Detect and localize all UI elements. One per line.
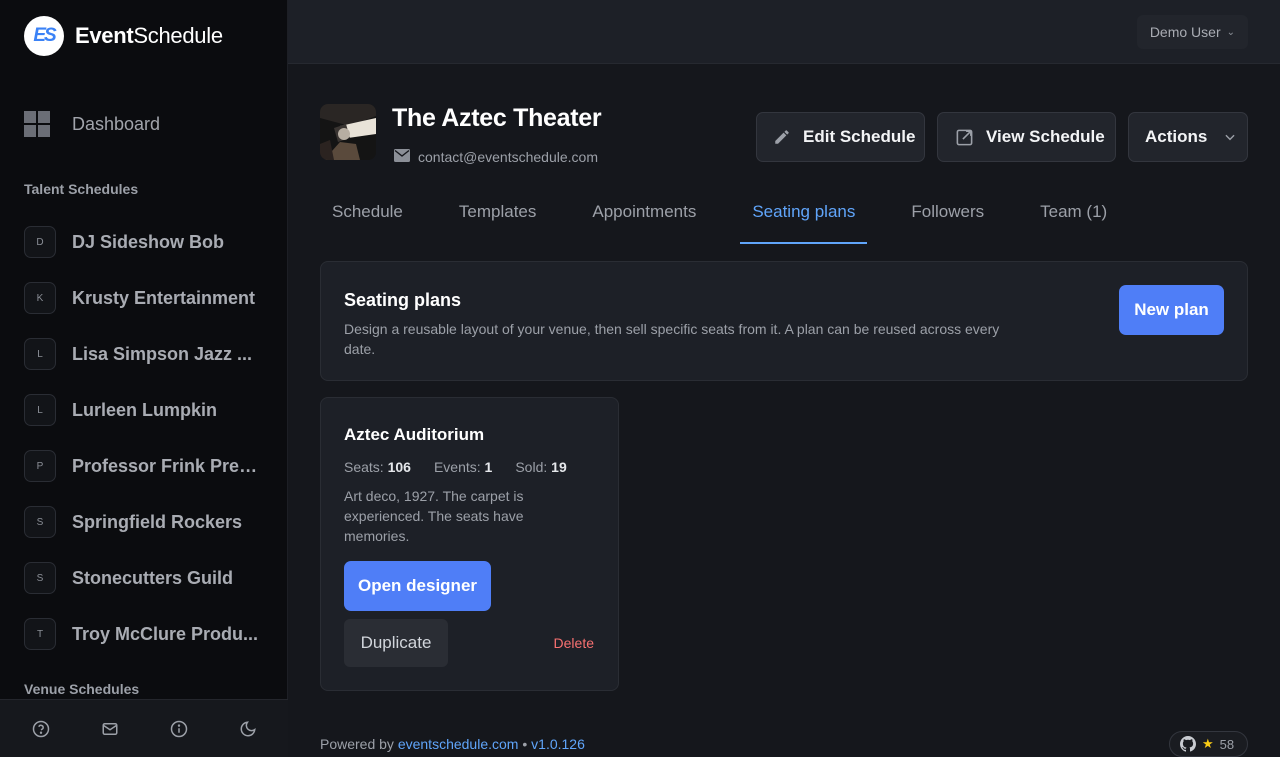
chevron-down-icon: ⌄ — [1226, 26, 1235, 38]
talent-section-title: Talent Schedules — [24, 181, 139, 197]
schedule-initial-badge: S — [24, 506, 56, 538]
delete-button[interactable]: Delete — [554, 635, 594, 651]
edit-schedule-button[interactable]: Edit Schedule — [756, 112, 925, 162]
dashboard-grid-icon — [24, 111, 50, 137]
external-link-icon — [956, 129, 973, 145]
schedule-initial-badge: D — [24, 226, 56, 258]
footer-version-link[interactable]: v1.0.126 — [531, 736, 585, 752]
sidebar: ES EventSchedule Dashboard Talent Schedu… — [0, 0, 288, 757]
schedule-initial-badge: K — [24, 282, 56, 314]
chevron-down-icon — [1225, 134, 1235, 141]
schedule-name: Krusty Entertainment — [72, 287, 256, 308]
schedule-initial-badge: P — [24, 450, 56, 482]
page-title: The Aztec Theater — [392, 104, 602, 132]
tab-appointments[interactable]: Appointments — [580, 186, 708, 244]
brand[interactable]: ES EventSchedule — [24, 16, 223, 56]
page-footer: Powered by eventschedule.com • v1.0.126 — [320, 736, 585, 752]
github-stars-count: 58 — [1219, 736, 1235, 752]
sidebar-item-schedule[interactable]: S Stonecutters Guild — [24, 550, 274, 606]
plan-sold-stat: Sold: 19 — [515, 459, 567, 475]
venue-email: contact@eventschedule.com — [394, 149, 598, 165]
schedule-name: Professor Frink Pres... — [72, 455, 264, 476]
github-icon — [1180, 736, 1196, 752]
tab-seating-plans[interactable]: Seating plans — [740, 186, 868, 244]
duplicate-button[interactable]: Duplicate — [344, 619, 448, 667]
user-menu-button[interactable]: Demo User ⌄ — [1136, 15, 1248, 49]
brand-name: EventSchedule — [75, 23, 223, 48]
sidebar-item-schedule[interactable]: K Krusty Entertainment — [24, 270, 274, 326]
plan-title: Aztec Auditorium — [344, 425, 485, 444]
venue-avatar — [320, 104, 376, 160]
topbar: Demo User ⌄ — [288, 0, 1280, 64]
sidebar-item-schedule[interactable]: P Professor Frink Pres... — [24, 438, 274, 494]
brand-logo: ES — [24, 16, 64, 56]
dark-mode-moon-icon[interactable] — [238, 719, 258, 739]
plan-stats: Seats: 106 Events: 1 Sold: 19 — [344, 459, 590, 475]
venue-section-title: Venue Schedules — [24, 681, 140, 697]
sidebar-item-schedule[interactable]: S Springfield Rockers — [24, 494, 274, 550]
plan-seats-stat: Seats: 106 — [344, 459, 411, 475]
schedule-name: Troy McClure Produ... — [72, 623, 259, 644]
schedule-name: Lurleen Lumpkin — [72, 399, 218, 420]
view-schedule-button[interactable]: View Schedule — [937, 112, 1116, 162]
new-plan-button[interactable]: New plan — [1119, 285, 1224, 335]
section-title: Seating plans — [344, 290, 462, 310]
actions-dropdown-button[interactable]: Actions — [1128, 112, 1248, 162]
sidebar-item-schedule[interactable]: L Lisa Simpson Jazz ... — [24, 326, 274, 382]
sidebar-item-schedule[interactable]: L Lurleen Lumpkin — [24, 382, 274, 438]
star-icon: ★ — [1202, 736, 1214, 751]
talent-schedule-list: D DJ Sideshow Bob K Krusty Entertainment L… — [24, 214, 274, 662]
user-name: Demo User — [1149, 24, 1221, 40]
sidebar-item-schedule[interactable]: T Troy McClure Produ... — [24, 606, 274, 662]
github-stars-badge[interactable]: ★ 58 — [1169, 731, 1248, 757]
schedule-tabs: Schedule Templates Appointments Seating … — [320, 186, 1151, 246]
info-icon[interactable] — [169, 719, 189, 739]
schedule-name: Stonecutters Guild — [72, 567, 234, 588]
pencil-icon — [775, 130, 789, 144]
footer-site-link[interactable]: eventschedule.com — [398, 736, 519, 752]
schedule-name: Lisa Simpson Jazz ... — [72, 343, 253, 364]
mail-icon[interactable] — [100, 719, 120, 739]
schedule-initial-badge: L — [24, 394, 56, 426]
sidebar-item-dashboard[interactable]: Dashboard — [24, 110, 160, 138]
tab-team[interactable]: Team (1) — [1028, 186, 1119, 244]
schedule-initial-badge: L — [24, 338, 56, 370]
schedule-name: DJ Sideshow Bob — [72, 231, 225, 252]
seating-plans-intro-card: Seating plans Design a reusable layout o… — [320, 261, 1248, 381]
seating-plan-card: Aztec Auditorium Seats: 106 Events: 1 So… — [320, 397, 619, 691]
help-icon[interactable] — [31, 719, 51, 739]
schedule-initial-badge: T — [24, 618, 56, 650]
tab-templates[interactable]: Templates — [447, 186, 548, 244]
envelope-icon — [394, 149, 410, 165]
section-description: Design a reusable layout of your venue, … — [344, 321, 1000, 357]
plan-events-stat: Events: 1 — [433, 459, 493, 475]
schedule-initial-badge: S — [24, 562, 56, 594]
venue-email-text: contact@eventschedule.com — [418, 149, 598, 165]
plan-description: Art deco, 1927. The carpet is experience… — [344, 488, 524, 544]
open-designer-button[interactable]: Open designer — [344, 561, 491, 611]
tab-schedule[interactable]: Schedule — [320, 186, 415, 244]
sidebar-item-label: Dashboard — [72, 113, 161, 134]
sidebar-footer — [0, 699, 288, 757]
schedule-name: Springfield Rockers — [72, 511, 243, 532]
sidebar-item-schedule[interactable]: D DJ Sideshow Bob — [24, 214, 274, 270]
tab-followers[interactable]: Followers — [899, 186, 996, 244]
